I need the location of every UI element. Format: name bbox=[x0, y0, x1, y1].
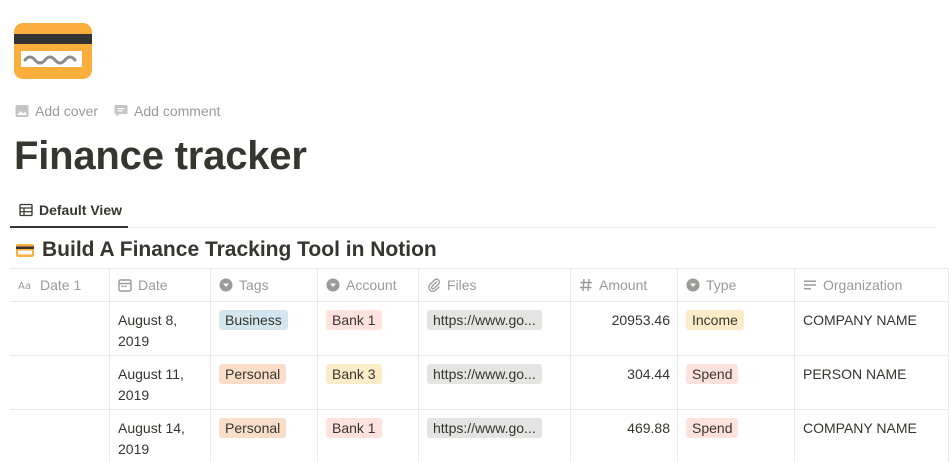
type-chip: Spend bbox=[686, 418, 739, 438]
table-row[interactable]: August 14, 2019 Personal Bank 1 https://… bbox=[10, 410, 949, 462]
file-link[interactable]: https://www.go... bbox=[427, 310, 542, 330]
tag-chip: Personal bbox=[219, 364, 287, 384]
cell-account[interactable]: Bank 1 bbox=[318, 410, 419, 462]
cell-type[interactable]: Spend bbox=[678, 356, 795, 409]
text-lines-icon bbox=[804, 280, 816, 290]
column-label: Organization bbox=[823, 276, 903, 293]
cell-type[interactable]: Income bbox=[678, 302, 795, 355]
add-comment-label: Add comment bbox=[134, 103, 221, 119]
finance-table: Aa Date 1 Date Tags Account Files Amount… bbox=[10, 268, 949, 462]
credit-card-icon bbox=[14, 23, 92, 79]
file-link[interactable]: https://www.go... bbox=[427, 418, 542, 438]
table-row[interactable]: August 8, 2019 Business Bank 1 https://w… bbox=[10, 302, 949, 356]
tag-chip: Business bbox=[219, 310, 288, 330]
cell-amount[interactable]: 20953.46 bbox=[571, 302, 678, 355]
cell-date[interactable]: August 11, 2019 bbox=[110, 356, 211, 409]
cell-amount[interactable]: 304.44 bbox=[571, 356, 678, 409]
title-aa-icon: Aa bbox=[18, 281, 31, 291]
column-header-organization[interactable]: Organization bbox=[795, 269, 949, 301]
cell-date-1[interactable] bbox=[10, 356, 110, 409]
column-header-type[interactable]: Type bbox=[678, 269, 795, 301]
cell-organization[interactable]: PERSON NAME bbox=[795, 356, 949, 409]
column-header-date[interactable]: Date bbox=[110, 269, 211, 301]
svg-text:Aa: Aa bbox=[18, 281, 31, 291]
column-header-account[interactable]: Account bbox=[318, 269, 419, 301]
cell-tags[interactable]: Business bbox=[211, 302, 318, 355]
column-label: Files bbox=[447, 276, 477, 293]
cell-organization[interactable]: COMPANY NAME bbox=[795, 410, 949, 462]
account-chip: Bank 1 bbox=[326, 418, 382, 438]
table-icon bbox=[19, 203, 33, 217]
column-label: Type bbox=[706, 276, 737, 293]
column-label: Tags bbox=[239, 276, 269, 293]
add-cover-label: Add cover bbox=[35, 103, 99, 119]
column-label: Amount bbox=[599, 276, 648, 293]
page-actions: Add cover Add comment bbox=[15, 103, 220, 119]
cell-tags[interactable]: Personal bbox=[211, 410, 318, 462]
paperclip-icon bbox=[428, 278, 440, 292]
add-comment-button[interactable]: Add comment bbox=[114, 103, 220, 119]
credit-card-icon bbox=[16, 243, 34, 257]
cell-organization[interactable]: COMPANY NAME bbox=[795, 302, 949, 355]
type-chip: Spend bbox=[686, 364, 739, 384]
tab-default-view[interactable]: Default View bbox=[10, 194, 128, 228]
account-chip: Bank 1 bbox=[326, 310, 382, 330]
select-icon bbox=[326, 278, 340, 292]
cell-files[interactable]: https://www.go... bbox=[419, 356, 571, 409]
cell-files[interactable]: https://www.go... bbox=[419, 302, 571, 355]
page-icon-credit-card[interactable] bbox=[14, 23, 92, 79]
database-title-text: Build A Finance Tracking Tool in Notion bbox=[42, 238, 437, 261]
table-row[interactable]: August 11, 2019 Personal Bank 3 https://… bbox=[10, 356, 949, 410]
file-link[interactable]: https://www.go... bbox=[427, 364, 542, 384]
column-label: Date 1 bbox=[40, 276, 82, 293]
cell-date-1[interactable] bbox=[10, 410, 110, 462]
table-header-row: Aa Date 1 Date Tags Account Files Amount… bbox=[10, 268, 949, 302]
view-tabs: Default View bbox=[10, 194, 935, 228]
cell-date[interactable]: August 14, 2019 bbox=[110, 410, 211, 462]
column-header-tags[interactable]: Tags bbox=[211, 269, 318, 301]
database-title[interactable]: Build A Finance Tracking Tool in Notion bbox=[16, 238, 437, 262]
add-cover-button[interactable]: Add cover bbox=[15, 103, 98, 119]
cell-account[interactable]: Bank 3 bbox=[318, 356, 419, 409]
cell-files[interactable]: https://www.go... bbox=[419, 410, 571, 462]
page-title[interactable]: Finance tracker bbox=[14, 130, 307, 182]
cell-amount[interactable]: 469.88 bbox=[571, 410, 678, 462]
account-chip: Bank 3 bbox=[326, 364, 382, 384]
image-icon bbox=[15, 105, 29, 117]
select-icon bbox=[686, 278, 700, 292]
column-label: Date bbox=[138, 276, 168, 293]
cell-date-1[interactable] bbox=[10, 302, 110, 355]
number-hash-icon bbox=[580, 278, 592, 292]
cell-date[interactable]: August 8, 2019 bbox=[110, 302, 211, 355]
column-label: Account bbox=[346, 276, 397, 293]
tab-default-view-label: Default View bbox=[39, 202, 122, 218]
column-header-date-1[interactable]: Aa Date 1 bbox=[10, 269, 110, 301]
column-header-files[interactable]: Files bbox=[419, 269, 571, 301]
comment-icon bbox=[114, 105, 128, 117]
cell-account[interactable]: Bank 1 bbox=[318, 302, 419, 355]
select-icon bbox=[219, 278, 233, 292]
tag-chip: Personal bbox=[219, 418, 287, 438]
cell-type[interactable]: Spend bbox=[678, 410, 795, 462]
calendar-icon bbox=[118, 279, 132, 292]
cell-tags[interactable]: Personal bbox=[211, 356, 318, 409]
type-chip: Income bbox=[686, 310, 744, 330]
column-header-amount[interactable]: Amount bbox=[571, 269, 678, 301]
